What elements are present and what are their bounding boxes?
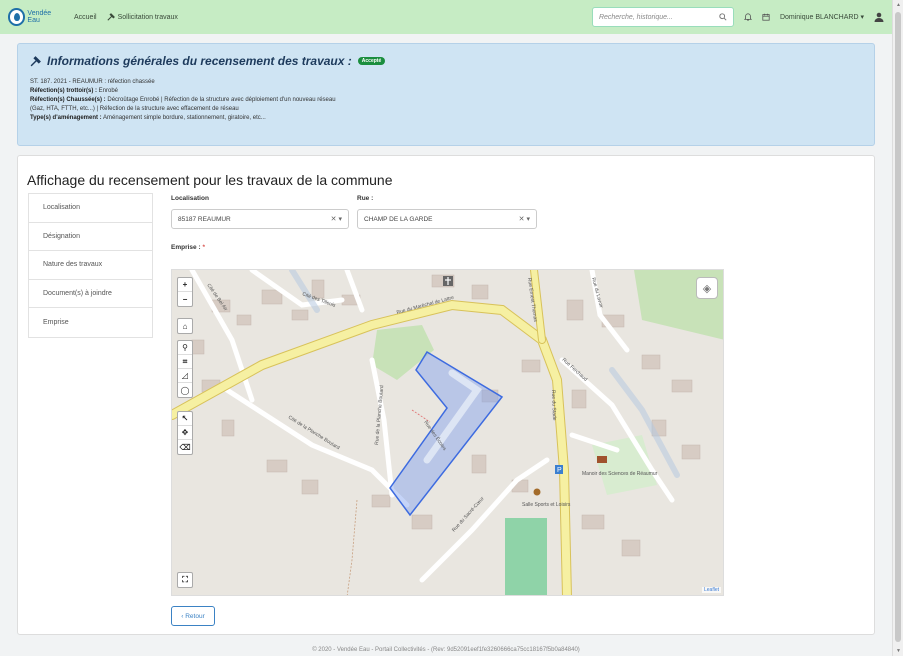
clear-chevron-icon[interactable]: ✕ ▾ <box>519 215 530 223</box>
search-icon[interactable] <box>719 13 727 21</box>
calendar-icon[interactable] <box>762 13 770 21</box>
map-canvas[interactable]: P Rue du Maréchal de Lattre Rue du Stade… <box>172 270 724 596</box>
parking-icon: P <box>555 465 563 474</box>
clear-chevron-icon[interactable]: ✕ ▾ <box>331 215 342 223</box>
home-icon[interactable]: ⌂ <box>178 319 192 333</box>
emprise-map[interactable]: P Rue du Maréchal de Lattre Rue du Stade… <box>171 269 724 596</box>
rue-value: CHAMP DE LA GARDE <box>364 215 433 223</box>
edit-icon[interactable]: ↖ <box>178 412 192 426</box>
required-mark: * <box>202 244 205 251</box>
street-label: Rue du Stade <box>550 390 557 421</box>
localisation-select[interactable]: 85187 REAUMUR ✕ ▾ <box>171 209 349 229</box>
user-name: Dominique BLANCHARD <box>779 14 859 21</box>
marker-icon[interactable]: ⚲ <box>178 341 192 355</box>
info-line-chaussee-cont: (Gaz, HTA, FTTH, etc...) | Réfection de … <box>30 106 239 112</box>
tab-nature-travaux[interactable]: Nature des travaux <box>29 251 152 280</box>
layers-icon[interactable]: ◈ <box>696 277 718 299</box>
main-card: Affichage du recensement pour les travau… <box>17 155 875 635</box>
info-title-text: Informations générales du recensement de… <box>47 54 352 68</box>
nav-link-accueil[interactable]: Accueil <box>74 14 97 21</box>
rectangle-draw-icon[interactable]: ⌗ <box>178 355 192 369</box>
museum-icon <box>597 456 607 463</box>
back-button[interactable]: ‹ Retour <box>171 606 215 626</box>
tab-localisation[interactable]: Localisation <box>29 194 152 223</box>
edit-controls: ↖ ✥ ⌫ <box>177 411 193 455</box>
street-label: Rue du Lavoir <box>590 277 604 309</box>
info-line-reference: ST. 187. 2021 - REAUMUR : réfection chas… <box>30 79 155 85</box>
info-panel: Informations générales du recensement de… <box>17 43 875 146</box>
hammer-icon <box>107 13 115 21</box>
tab-designation[interactable]: Désignation <box>29 223 152 251</box>
logo-drop-icon <box>8 8 26 26</box>
search-placeholder: Recherche, historique... <box>598 13 673 21</box>
tab-documents[interactable]: Document(s) à joindre <box>29 280 152 308</box>
user-menu[interactable]: Dominique BLANCHARD ▾ <box>780 13 864 21</box>
amenagement-value: Aménagement simple bordure, stationnemen… <box>103 115 266 121</box>
circle-draw-icon[interactable]: ◯ <box>178 383 192 397</box>
street-label: Rue Ferchaud <box>561 357 589 383</box>
street-label: Rue du Sacré-Cœur <box>451 496 486 534</box>
leaflet-attribution[interactable]: Leaflet <box>701 587 721 593</box>
emprise-label-text: Emprise : <box>171 244 201 251</box>
chaussee-label: Réfection(s) Chaussée(s) : <box>30 97 106 103</box>
logo-text: Vendée Eau <box>27 10 52 24</box>
info-lines: ST. 187. 2021 - REAUMUR : réfection chas… <box>30 78 862 123</box>
poi-label: Manoir des Sciences de Réaumur <box>582 471 658 477</box>
trottoir-label: Réfection(s) trottoir(s) : <box>30 88 97 94</box>
app-logo[interactable]: Vendée Eau <box>8 8 64 26</box>
zoom-controls: + − <box>177 277 193 307</box>
nav-link-sollicitation-label: Sollicitation travaux <box>117 13 178 21</box>
poi-label: Salle Sports et Loisirs <box>522 502 571 508</box>
erase-icon[interactable]: ⌫ <box>178 440 192 454</box>
chaussee-value: Décroûtage Enrobé | Réfection de la stru… <box>107 97 336 103</box>
sports-icon <box>533 488 541 496</box>
page-title: Affichage du recensement pour les travau… <box>27 172 393 188</box>
footer: © 2020 - Vendée Eau - Portail Collectivi… <box>312 647 580 653</box>
user-icon[interactable] <box>874 12 884 22</box>
nav-link-sollicitation[interactable]: Sollicitation travaux <box>107 13 178 21</box>
scrollbar[interactable]: ▲ ▼ <box>892 0 903 656</box>
hammer-icon <box>30 55 41 66</box>
church-icon <box>443 276 453 286</box>
status-badge: Accepté <box>357 57 386 65</box>
top-navbar: Vendée Eau Accueil Sollicitation travaux… <box>0 0 892 34</box>
localisation-label: Localisation <box>171 195 209 202</box>
move-icon[interactable]: ✥ <box>178 426 192 440</box>
amenagement-label: Type(s) d'aménagement : <box>30 115 102 121</box>
zoom-out-button[interactable]: − <box>178 292 192 306</box>
map-sports-field <box>505 518 547 595</box>
localisation-value: 85187 REAUMUR <box>178 215 231 223</box>
caret-down-icon: ▾ <box>860 14 864 21</box>
info-title: Informations générales du recensement de… <box>30 54 862 68</box>
rue-select[interactable]: CHAMP DE LA GARDE ✕ ▾ <box>357 209 537 229</box>
scroll-up-icon[interactable]: ▲ <box>893 0 903 10</box>
scroll-down-icon[interactable]: ▼ <box>893 646 903 656</box>
zoom-in-button[interactable]: + <box>178 278 192 292</box>
fullscreen-icon[interactable]: ⛶ <box>178 573 192 587</box>
svg-text:P: P <box>557 467 562 474</box>
emprise-label: Emprise : * <box>171 244 205 251</box>
side-tabs: Localisation Désignation Nature des trav… <box>28 193 153 338</box>
info-line-chaussee: Réfection(s) Chaussée(s) : Décroûtage En… <box>30 96 862 105</box>
polygon-draw-icon[interactable]: ◿ <box>178 369 192 383</box>
tab-emprise[interactable]: Emprise <box>29 308 152 337</box>
draw-controls: ⚲ ⌗ ◿ ◯ <box>177 340 193 398</box>
rue-label: Rue : <box>357 195 374 202</box>
fullscreen-control: ⛶ <box>177 572 193 588</box>
map-dashed-path <box>346 499 358 595</box>
info-line-amenagement: Type(s) d'aménagement : Aménagement simp… <box>30 114 862 123</box>
info-line-trottoir: Réfection(s) trottoir(s) : Enrobé <box>30 87 862 96</box>
bell-icon[interactable] <box>743 13 752 21</box>
trottoir-value: Enrobé <box>98 88 119 94</box>
scrollbar-thumb[interactable] <box>895 12 901 642</box>
home-control: ⌂ <box>177 318 193 334</box>
search-input[interactable]: Recherche, historique... <box>591 7 734 27</box>
